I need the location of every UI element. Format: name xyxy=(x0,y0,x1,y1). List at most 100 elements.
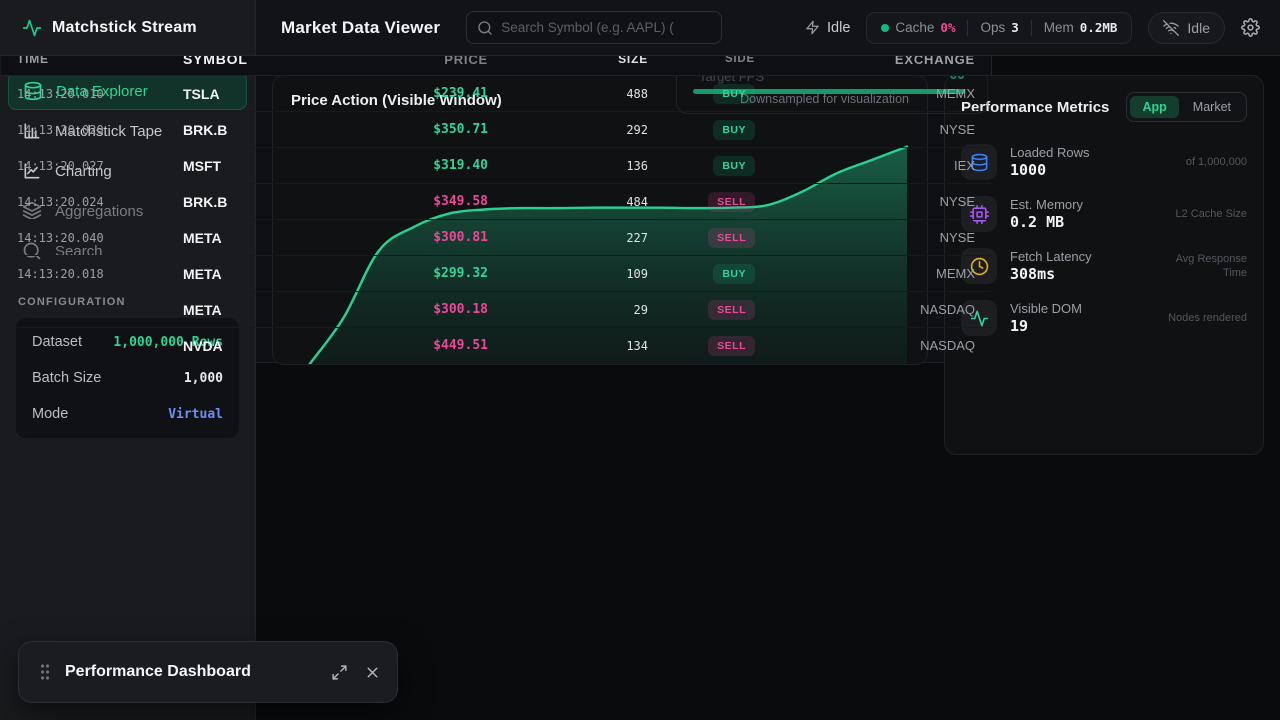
cell-time: 14:13:20.040 xyxy=(17,231,183,245)
metrics-header: Performance Metrics App Market xyxy=(945,76,1263,136)
cell-exchange: NYSE xyxy=(755,122,975,137)
metric-annotation: Nodes rendered xyxy=(1157,311,1247,325)
app-window: Matchstick Stream Market Data Viewer Idl… xyxy=(0,0,1280,720)
side-badge: BUY xyxy=(713,84,755,104)
config-label: Batch Size xyxy=(32,370,101,386)
cell-size: 484 xyxy=(488,195,648,209)
table-row[interactable]: 14:13:20.027 MSFT $319.40 136 BUY IEX xyxy=(1,148,991,184)
cache-value: 0% xyxy=(940,20,955,35)
brand: Matchstick Stream xyxy=(0,0,256,56)
cell-size: 109 xyxy=(488,267,648,281)
cell-time: 14:13:20.024 xyxy=(17,195,183,209)
cell-time: 14:13:20.020 xyxy=(17,123,183,137)
metric-est-memory: Est. Memory 0.2 MB L2 Cache Size xyxy=(945,188,1263,240)
metric-visible-dom: Visible DOM 19 Nodes rendered xyxy=(945,292,1263,344)
cell-exchange: NYSE xyxy=(755,230,975,245)
cell-symbol: BRK.B xyxy=(183,122,333,138)
cell-exchange: MEMX xyxy=(755,86,975,101)
config-value: Virtual xyxy=(168,407,223,422)
cell-size: 488 xyxy=(488,87,648,101)
cell-symbol: TSLA xyxy=(183,86,333,102)
table-row[interactable]: 14:13:20.010 TSLA $239.41 488 BUY MEMX xyxy=(1,76,991,112)
ops-value: 3 xyxy=(1011,20,1019,35)
metric-value: 0.2 MB xyxy=(1010,213,1083,231)
cell-size: 134 xyxy=(488,339,648,353)
performance-metrics-panel: Performance Metrics App Market Loaded Ro… xyxy=(944,75,1264,455)
topbar: Matchstick Stream Market Data Viewer Idl… xyxy=(0,0,1280,56)
config-value: 1,000 xyxy=(184,371,223,386)
cell-size: 29 xyxy=(488,303,648,317)
cell-price: $449.51 xyxy=(333,338,488,353)
metric-annotation: L2 Cache Size xyxy=(1157,207,1247,221)
table-row[interactable]: NVDA $449.51 134 SELL NASDAQ xyxy=(1,328,991,363)
metric-label: Est. Memory xyxy=(1010,197,1083,212)
config-row-mode: Mode Virtual xyxy=(32,396,223,432)
gear-icon xyxy=(1241,18,1260,37)
search-icon xyxy=(477,20,493,36)
symbol-searchbox[interactable] xyxy=(466,11,722,44)
metric-loaded-rows: Loaded Rows 1000 of 1,000,000 xyxy=(945,136,1263,188)
cell-price: $349.58 xyxy=(333,194,488,209)
mem-label: Mem xyxy=(1044,20,1074,35)
topbar-main: Market Data Viewer Idle Cache 0% xyxy=(256,0,1280,56)
cell-price: $239.41 xyxy=(333,86,488,101)
metric-annotation: of 1,000,000 xyxy=(1157,155,1247,169)
metric-value: 19 xyxy=(1010,317,1082,335)
cache-stat: Cache 0% xyxy=(881,20,955,35)
table-row[interactable]: 14:13:20.018 META $299.32 109 BUY MEMX xyxy=(1,256,991,292)
zap-icon xyxy=(805,20,820,35)
close-button[interactable] xyxy=(364,664,381,681)
cell-time: 14:13:20.027 xyxy=(17,159,183,173)
side-badge: BUY xyxy=(713,120,755,140)
mem-value: 0.2MB xyxy=(1080,20,1118,35)
settings-button[interactable] xyxy=(1241,18,1260,37)
cell-size: 227 xyxy=(488,231,648,245)
wifi-off-icon xyxy=(1163,20,1179,36)
config-label: Mode xyxy=(32,406,68,422)
metric-value: 1000 xyxy=(1010,161,1090,179)
metrics-scope-toggle: App Market xyxy=(1126,92,1247,122)
search-input[interactable] xyxy=(501,20,711,35)
close-icon xyxy=(364,664,381,681)
side-badge: SELL xyxy=(708,228,755,248)
cell-symbol: META xyxy=(183,302,333,318)
metric-label: Visible DOM xyxy=(1010,301,1082,316)
page-title: Market Data Viewer xyxy=(281,18,440,38)
cell-size: 136 xyxy=(488,159,648,173)
topbar-status-cluster: Idle Cache 0% Ops 3 Mem xyxy=(805,12,1260,44)
cell-time: 14:13:20.018 xyxy=(17,267,183,281)
side-badge: BUY xyxy=(713,156,755,176)
connection-pill[interactable]: Idle xyxy=(1148,12,1225,44)
metric-label: Loaded Rows xyxy=(1010,145,1090,160)
cell-price: $300.18 xyxy=(333,302,488,317)
cell-symbol: META xyxy=(183,266,333,282)
stream-status: Idle xyxy=(805,20,850,36)
metric-value: 308ms xyxy=(1010,265,1092,283)
cell-symbol: NVDA xyxy=(183,338,333,354)
cell-price: $299.32 xyxy=(333,266,488,281)
toggle-option-market[interactable]: Market xyxy=(1181,96,1243,118)
table-row[interactable]: 14:13:20.024 BRK.B $349.58 484 SELL NYSE xyxy=(1,184,991,220)
table-row[interactable]: 14:13:20.040 META $300.81 227 SELL NYSE xyxy=(1,220,991,256)
expand-button[interactable] xyxy=(331,664,348,681)
cell-size: 292 xyxy=(488,123,648,137)
cell-exchange: NASDAQ xyxy=(755,338,975,353)
toggle-option-app[interactable]: App xyxy=(1130,96,1178,118)
cell-symbol: META xyxy=(183,230,333,246)
drag-handle-icon[interactable] xyxy=(39,662,51,682)
metric-annotation: Avg Response Time xyxy=(1157,252,1247,281)
side-badge: SELL xyxy=(708,336,755,356)
floating-panel-title: Performance Dashboard xyxy=(65,663,251,681)
performance-dashboard-panel[interactable]: Performance Dashboard xyxy=(18,641,398,703)
stats-pill: Cache 0% Ops 3 Mem 0.2MB xyxy=(866,12,1132,44)
cell-price: $300.81 xyxy=(333,230,488,245)
ops-stat: Ops 3 xyxy=(980,20,1018,35)
divider xyxy=(967,20,968,36)
cache-label: Cache xyxy=(895,20,934,35)
maximize-icon xyxy=(331,664,348,681)
ops-label: Ops xyxy=(980,20,1005,35)
table-row[interactable]: 14:13:20.020 BRK.B $350.71 292 BUY NYSE xyxy=(1,112,991,148)
table-row[interactable]: META $300.18 29 SELL NASDAQ xyxy=(1,292,991,328)
floating-panel-actions xyxy=(331,664,381,681)
cache-status-dot xyxy=(881,24,889,32)
